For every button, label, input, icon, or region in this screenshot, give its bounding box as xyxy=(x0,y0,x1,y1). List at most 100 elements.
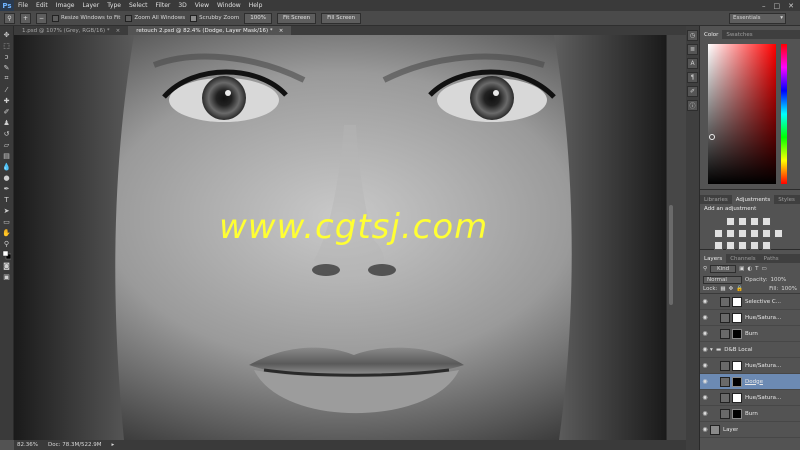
tab-document-1[interactable]: 1.psd @ 107% (Grey, RGB/16) * × xyxy=(14,26,128,35)
menu-help[interactable]: Help xyxy=(245,2,267,9)
visibility-eye-icon[interactable]: ◉ xyxy=(700,378,710,385)
posterize-icon[interactable] xyxy=(726,241,735,250)
character-panel-icon[interactable]: A xyxy=(687,58,698,69)
resize-windows-checkbox[interactable]: Resize Windows to Fit xyxy=(52,14,120,22)
lock-pixels-icon[interactable]: ▦ xyxy=(720,286,725,292)
eyedropper-tool-icon[interactable]: ⁄ xyxy=(2,85,11,94)
blend-mode-select[interactable]: Normal xyxy=(703,276,742,284)
gradient-map-icon[interactable] xyxy=(750,241,759,250)
info-panel-icon[interactable]: ⓘ xyxy=(687,100,698,111)
zoom-tool-icon[interactable]: ⚲ xyxy=(4,12,15,24)
foreground-background-color-icon[interactable] xyxy=(2,250,11,259)
layer-group-row[interactable]: ◉ ▾ ▬ D&B Local xyxy=(700,342,800,358)
shape-tool-icon[interactable]: ▭ xyxy=(2,217,11,226)
channel-mixer-icon[interactable] xyxy=(774,229,783,238)
history-brush-tool-icon[interactable]: ↺ xyxy=(2,129,11,138)
close-icon[interactable]: × xyxy=(279,28,284,34)
gradient-tool-icon[interactable]: ▤ xyxy=(2,151,11,160)
visibility-eye-icon[interactable]: ◉ xyxy=(700,314,710,321)
scrubby-zoom-checkbox[interactable]: Scrubby Zoom xyxy=(190,14,239,22)
zoom-level[interactable]: 82.36% xyxy=(17,442,38,448)
visibility-eye-icon[interactable]: ◉ xyxy=(700,410,710,417)
document-canvas[interactable]: www.cgtsj.com udemy xyxy=(14,35,666,440)
menu-edit[interactable]: Edit xyxy=(32,2,52,9)
hue-slider[interactable] xyxy=(781,44,787,184)
black-white-icon[interactable] xyxy=(750,229,759,238)
workspace-select[interactable]: Essentials ▾ xyxy=(729,12,786,24)
menu-view[interactable]: View xyxy=(191,2,213,9)
filter-adjust-icon[interactable]: ◐ xyxy=(747,266,752,272)
quick-mask-icon[interactable]: ◙ xyxy=(2,261,11,270)
screen-mode-icon[interactable]: ▣ xyxy=(2,272,11,281)
color-marker[interactable] xyxy=(709,134,715,140)
vertical-scrollbar[interactable] xyxy=(666,35,686,440)
history-panel-icon[interactable]: ◷ xyxy=(687,30,698,41)
move-tool-icon[interactable]: ✥ xyxy=(2,30,11,39)
filter-type-icon[interactable]: T xyxy=(755,266,758,272)
maximize-icon[interactable]: □ xyxy=(774,2,781,10)
tab-adjustments[interactable]: Adjustments xyxy=(731,195,775,204)
tab-swatches[interactable]: Swatches xyxy=(722,30,756,39)
fill-value[interactable]: 100% xyxy=(781,286,797,292)
menu-3d[interactable]: 3D xyxy=(174,2,190,9)
visibility-eye-icon[interactable]: ◉ xyxy=(700,346,710,353)
eraser-tool-icon[interactable]: ▱ xyxy=(2,140,11,149)
filter-pixel-icon[interactable]: ▣ xyxy=(739,266,744,272)
zoom-100-button[interactable]: 100% xyxy=(244,12,272,24)
blur-tool-icon[interactable]: 💧 xyxy=(2,162,11,171)
threshold-icon[interactable] xyxy=(738,241,747,250)
layer-row-selected[interactable]: ◉ Dodge xyxy=(700,374,800,390)
fill-screen-button[interactable]: Fill Screen xyxy=(321,12,362,24)
marquee-tool-icon[interactable]: ⬚ xyxy=(2,41,11,50)
layer-row[interactable]: ◉ Burn xyxy=(700,326,800,342)
dodge-tool-icon[interactable]: ● xyxy=(2,173,11,182)
visibility-eye-icon[interactable]: ◉ xyxy=(700,362,710,369)
scrollbar-thumb[interactable] xyxy=(669,205,673,305)
tab-layers[interactable]: Layers xyxy=(700,254,727,263)
visibility-eye-icon[interactable]: ◉ xyxy=(700,330,710,337)
properties-panel-icon[interactable]: ≣ xyxy=(687,44,698,55)
tab-channels[interactable]: Channels xyxy=(726,254,759,263)
quick-select-tool-icon[interactable]: ✎ xyxy=(2,63,11,72)
zoom-tool-icon[interactable]: ⚲ xyxy=(2,239,11,248)
levels-icon[interactable] xyxy=(738,217,747,226)
brush-panel-icon[interactable]: ✐ xyxy=(687,86,698,97)
crop-tool-icon[interactable]: ⌗ xyxy=(2,74,11,83)
layer-row[interactable]: ◉ Selective C... xyxy=(700,294,800,310)
tab-document-retouch-2[interactable]: retouch 2.psd @ 82.4% (Dodge, Layer Mask… xyxy=(128,26,292,35)
clone-stamp-tool-icon[interactable]: ♟ xyxy=(2,118,11,127)
brush-tool-icon[interactable]: ✐ xyxy=(2,107,11,116)
lock-all-icon[interactable]: 🔒 xyxy=(736,286,743,292)
opacity-value[interactable]: 100% xyxy=(771,277,787,283)
tab-paths[interactable]: Paths xyxy=(760,254,783,263)
zoom-out-icon[interactable]: − xyxy=(36,12,47,24)
pen-tool-icon[interactable]: ✒ xyxy=(2,184,11,193)
paragraph-panel-icon[interactable]: ¶ xyxy=(687,72,698,83)
hand-tool-icon[interactable]: ✋ xyxy=(2,228,11,237)
path-select-tool-icon[interactable]: ➤ xyxy=(2,206,11,215)
status-menu-arrow-icon[interactable]: ▸ xyxy=(112,442,115,448)
menu-window[interactable]: Window xyxy=(213,2,245,9)
photo-filter-icon[interactable] xyxy=(762,229,771,238)
visibility-eye-icon[interactable]: ◉ xyxy=(700,298,710,305)
layer-row[interactable]: ◉ Hue/Satura... xyxy=(700,358,800,374)
lasso-tool-icon[interactable]: ↄ xyxy=(2,52,11,61)
filter-shape-icon[interactable]: ▭ xyxy=(762,266,767,272)
menu-select[interactable]: Select xyxy=(125,2,152,9)
tab-libraries[interactable]: Libraries xyxy=(700,195,732,204)
layer-filter-select[interactable]: Kind xyxy=(710,265,737,273)
color-balance-icon[interactable] xyxy=(738,229,747,238)
tab-color[interactable]: Color xyxy=(700,30,723,39)
exposure-icon[interactable] xyxy=(762,217,771,226)
menu-image[interactable]: Image xyxy=(52,2,79,9)
menu-filter[interactable]: Filter xyxy=(152,2,175,9)
menu-file[interactable]: File xyxy=(14,2,32,9)
color-picker-field[interactable] xyxy=(708,44,776,184)
vibrance-icon[interactable] xyxy=(714,229,723,238)
layer-row[interactable]: ◉ Hue/Satura... xyxy=(700,390,800,406)
visibility-eye-icon[interactable]: ◉ xyxy=(700,394,710,401)
close-icon[interactable]: × xyxy=(116,28,121,34)
fit-screen-button[interactable]: Fit Screen xyxy=(276,12,317,24)
visibility-eye-icon[interactable]: ◉ xyxy=(700,426,710,433)
brightness-contrast-icon[interactable] xyxy=(726,217,735,226)
